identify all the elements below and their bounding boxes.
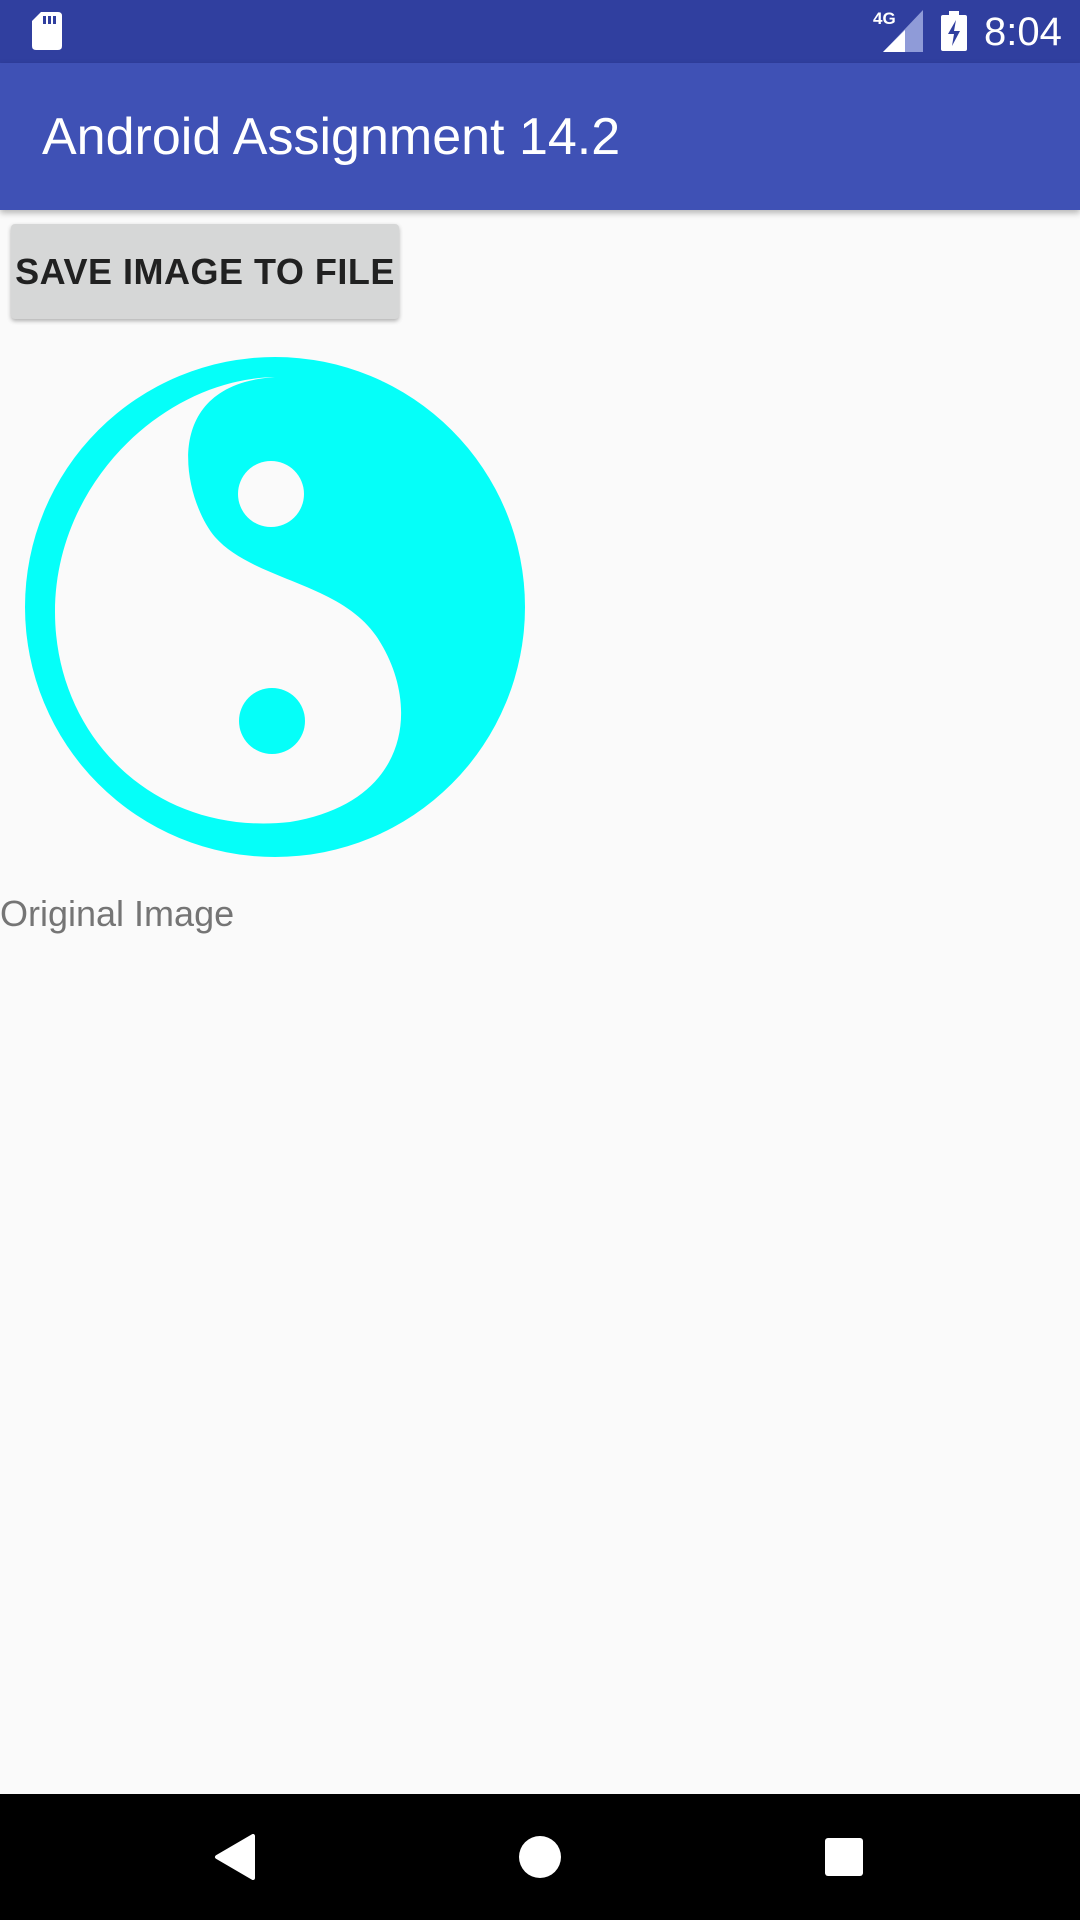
app-bar: Android Assignment 14.2: [0, 63, 1080, 210]
battery-charging-icon: [941, 11, 967, 51]
status-bar: 4G 8:04: [0, 0, 1080, 63]
sd-card-icon: [32, 12, 62, 50]
home-button[interactable]: [470, 1794, 610, 1920]
main-content: SAVE IMAGE TO FILE Original Image: [0, 210, 1080, 1794]
signal-4g-icon: 4G: [873, 10, 923, 52]
recents-icon: [825, 1838, 863, 1876]
navigation-bar: [0, 1794, 1080, 1920]
status-time: 8:04: [984, 10, 1062, 54]
yin-yang-icon: [25, 357, 525, 857]
save-image-button[interactable]: SAVE IMAGE TO FILE: [11, 224, 399, 319]
back-icon: [215, 1834, 255, 1880]
original-image: [25, 357, 525, 857]
home-icon: [519, 1836, 561, 1878]
page-title: Android Assignment 14.2: [42, 108, 621, 166]
back-button[interactable]: [165, 1794, 305, 1920]
image-caption: Original Image: [0, 893, 235, 934]
recents-button[interactable]: [774, 1794, 914, 1920]
